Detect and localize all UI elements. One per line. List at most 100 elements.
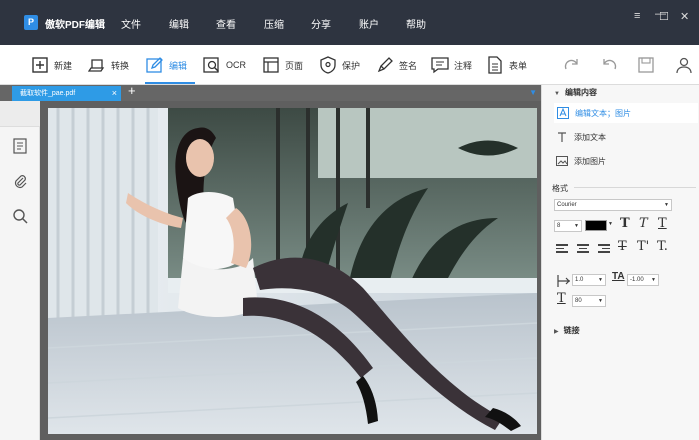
chevron-down-icon: ▼ [574, 223, 579, 229]
app-title: 傲软PDF编辑 [45, 20, 105, 31]
font-size-select[interactable]: 8 ▼ [554, 220, 582, 232]
attachment-icon[interactable] [12, 173, 28, 189]
new-icon [32, 57, 48, 73]
chevron-down-icon: ▼ [598, 298, 603, 304]
annotate-label: 注释 [454, 60, 473, 71]
convert-icon [88, 59, 105, 72]
maximize-button[interactable]: ☐ [659, 10, 669, 23]
convert-label: 转换 [111, 60, 130, 71]
char-spacing-value: -1.00 [630, 277, 644, 283]
italic-icon[interactable]: T [639, 216, 648, 231]
line-spacing-value: 1.0 [575, 277, 584, 283]
superscript-icon[interactable]: T' [637, 239, 649, 254]
format-section-label: 格式 [552, 184, 568, 193]
menu-edit[interactable]: 编辑 [169, 16, 189, 31]
document-tab[interactable]: 截取软件_pae.pdf × [12, 86, 121, 101]
form-icon [488, 56, 502, 74]
protect-button[interactable]: 保护 [319, 54, 360, 76]
page-label: 页面 [285, 60, 304, 71]
collapse-triangle-icon: ▼ [554, 91, 560, 97]
line-spacing-select[interactable]: 1.0 ▼ [572, 274, 606, 286]
form-label: 表单 [509, 60, 528, 71]
menu-account[interactable]: 账户 [359, 16, 379, 31]
add-image-option[interactable]: 添加图片 [556, 155, 606, 167]
line-spacing-icon [557, 275, 570, 287]
chevron-down-icon: ▼ [651, 277, 656, 283]
form-button[interactable]: 表单 [486, 54, 527, 76]
subscript-icon[interactable]: T. [657, 239, 668, 254]
redo-icon[interactable] [563, 56, 581, 74]
underline-icon[interactable]: T [658, 216, 667, 231]
font-size-value: 8 [557, 223, 561, 229]
new-button[interactable]: 新建 [31, 54, 72, 76]
add-text-option[interactable]: 添加文本 [556, 131, 606, 143]
tab-list-dropdown-icon[interactable]: ▼ [529, 88, 537, 97]
new-tab-button[interactable]: + [128, 83, 136, 98]
menu-help[interactable]: 帮助 [406, 16, 426, 31]
edit-button[interactable]: 编辑 [146, 54, 187, 76]
user-icon[interactable] [675, 56, 693, 74]
menu-file[interactable]: 文件 [121, 16, 141, 31]
scale-icon: T [557, 291, 566, 306]
add-image-icon [556, 156, 568, 166]
document-tab-strip: 截取软件_pae.pdf × + ▼ [0, 83, 541, 101]
edit-label: 编辑 [169, 60, 188, 71]
add-image-label: 添加图片 [574, 156, 606, 166]
font-family-select[interactable]: Courier ▼ [554, 199, 672, 211]
close-button[interactable]: ✕ [680, 10, 689, 23]
add-text-label: 添加文本 [574, 132, 606, 142]
link-section-header[interactable]: ▶ 链接 [554, 325, 580, 336]
document-page-image[interactable] [48, 108, 537, 434]
strikethrough-icon[interactable]: T [618, 239, 627, 254]
sign-label: 签名 [399, 60, 418, 71]
protect-icon [320, 56, 336, 74]
link-section-title: 链接 [563, 326, 580, 335]
menu-share[interactable]: 分享 [311, 16, 331, 31]
page-button[interactable]: 页面 [262, 54, 303, 76]
edit-text-image-icon [557, 107, 569, 119]
edit-icon [146, 57, 163, 73]
convert-button[interactable]: 转换 [88, 54, 129, 76]
photo-illustration [48, 108, 537, 434]
align-left-icon[interactable] [556, 244, 568, 256]
expand-triangle-icon: ▶ [554, 329, 559, 335]
edit-content-section-header[interactable]: ▼ 编辑内容 [554, 87, 597, 98]
menu-compress[interactable]: 压缩 [264, 16, 284, 31]
char-spacing-icon: TA [612, 271, 625, 282]
app-window: P 傲软PDF编辑 文件 编辑 查看 压缩 分享 账户 帮助 ≡ — ☐ ✕ 新… [0, 0, 699, 440]
page-thumbnails-icon[interactable] [12, 138, 28, 154]
sign-button[interactable]: 签名 [376, 54, 417, 76]
hamburger-menu-icon[interactable]: ≡ [634, 10, 640, 22]
menu-view[interactable]: 查看 [216, 16, 236, 31]
bold-icon[interactable]: T [620, 216, 630, 231]
font-color-swatch[interactable] [585, 220, 607, 231]
align-center-icon[interactable] [577, 244, 589, 256]
undo-icon[interactable] [600, 56, 618, 74]
annotate-button[interactable]: 注释 [431, 54, 472, 76]
format-divider [574, 187, 696, 188]
edit-content-title: 编辑内容 [564, 88, 597, 97]
color-dropdown-icon[interactable]: ▼ [608, 221, 613, 227]
align-right-icon[interactable] [598, 244, 610, 256]
char-spacing-select[interactable]: -1.00 ▼ [627, 274, 659, 286]
search-icon[interactable] [12, 208, 28, 224]
ocr-label: OCR [226, 60, 246, 70]
protect-label: 保护 [342, 60, 361, 71]
save-icon[interactable] [637, 56, 655, 74]
sign-icon [377, 57, 393, 73]
page-icon [263, 57, 279, 73]
scale-value: 80 [575, 298, 582, 304]
edit-text-image-option[interactable]: 编辑文本；图片 [554, 103, 698, 123]
edit-properties-panel: ▼ 编辑内容 编辑文本；图片 添加文本 添加图片 格式 Courier ▼ 8 ▼ ▼… [541, 85, 699, 440]
left-sidebar [0, 101, 40, 440]
edit-text-image-label: 编辑文本；图片 [575, 108, 631, 118]
scale-select[interactable]: 80 ▼ [572, 295, 606, 307]
chevron-down-icon: ▼ [598, 277, 603, 283]
title-bar: P 傲软PDF编辑 文件 编辑 查看 压缩 分享 账户 帮助 ≡ — ☐ ✕ [0, 0, 699, 45]
ocr-icon [203, 57, 219, 73]
new-label: 新建 [54, 60, 73, 71]
app-logo-icon: P [24, 15, 38, 30]
ocr-button[interactable]: OCR [203, 54, 246, 76]
active-tool-indicator [145, 82, 195, 84]
tab-close-icon[interactable]: × [112, 86, 117, 101]
